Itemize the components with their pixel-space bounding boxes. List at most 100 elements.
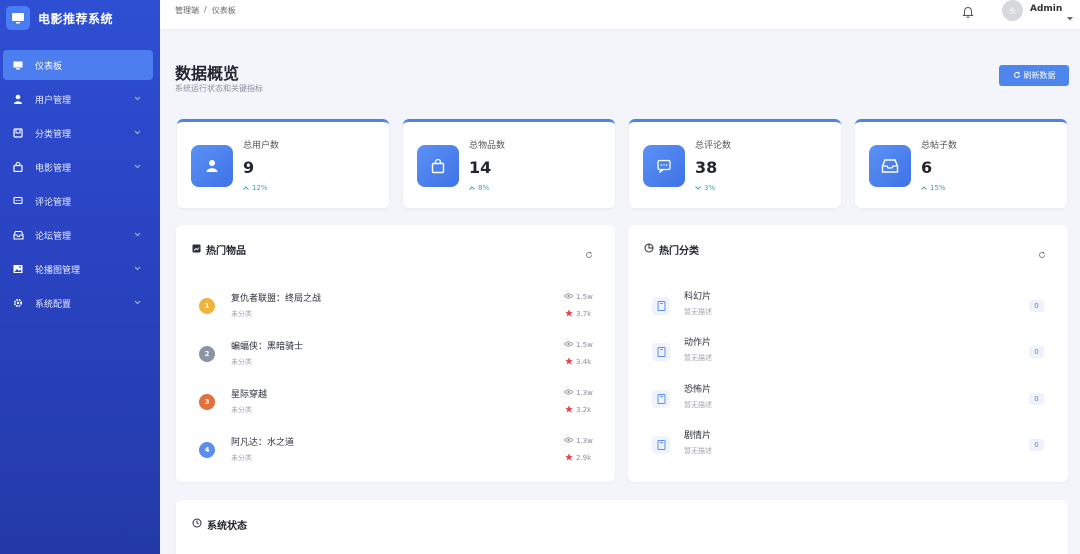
item-category: 未分类 xyxy=(231,454,252,462)
sidebar-item-categories[interactable]: 分类管理 xyxy=(3,118,153,148)
stat-label: 总评论数 xyxy=(695,141,732,151)
count-badge: 0 xyxy=(1029,393,1044,405)
trend-up-icon xyxy=(921,184,927,192)
views-count: 1.5w xyxy=(576,341,593,349)
stat-trend-value: 3% xyxy=(704,184,716,192)
monitor-icon xyxy=(6,6,30,30)
comment-icon xyxy=(11,194,25,208)
views-count: 1.3w xyxy=(576,389,593,397)
likes-count: 2.9k xyxy=(576,454,592,462)
brand[interactable]: 电影推荐系统 xyxy=(0,0,160,36)
stat-trend-value: 12% xyxy=(252,184,268,192)
hot-items-panel: 热门物品 1 复仇者联盟：终局之战 未分类 1.5w 3.7k 2 蝙蝠侠：黑暗… xyxy=(176,225,615,482)
sidebar-item-label: 评论管理 xyxy=(35,197,72,208)
stat-label: 总帖子数 xyxy=(921,141,958,151)
book-icon xyxy=(652,390,670,408)
sidebar-item-label: 系统配置 xyxy=(35,299,72,310)
app-title: 电影推荐系统 xyxy=(38,11,114,26)
item-likes: 2.9k xyxy=(565,453,591,463)
chevron-down-icon xyxy=(134,162,141,172)
gear-icon xyxy=(11,296,25,310)
refresh-icon[interactable] xyxy=(585,244,593,263)
star-icon xyxy=(565,453,573,463)
stat-trend-value: 15% xyxy=(930,184,946,192)
refresh-label: 刷新数据 xyxy=(1023,71,1056,80)
bag-icon xyxy=(11,160,25,174)
list-item[interactable]: 1 复仇者联盟：终局之战 未分类 1.5w 3.7k xyxy=(176,287,614,327)
list-item[interactable]: 科幻片 暂无描述 0 xyxy=(628,289,1068,329)
stat-trend: 3% xyxy=(695,184,715,192)
list-item[interactable]: 剧情片 暂无描述 0 xyxy=(628,428,1068,468)
eye-icon xyxy=(563,341,574,349)
caret-down-icon[interactable] xyxy=(1067,6,1073,25)
chevron-down-icon xyxy=(134,264,141,274)
breadcrumb: 管理端 / 仪表板 xyxy=(175,5,236,16)
trend-up-icon xyxy=(469,184,475,192)
stat-value: 6 xyxy=(921,158,933,177)
item-views: 1.3w xyxy=(563,437,593,445)
sidebar-item-movies[interactable]: 电影管理 xyxy=(3,152,153,182)
sidebar-item-label: 轮播图管理 xyxy=(35,265,81,276)
stat-value: 38 xyxy=(695,158,718,177)
category-title: 剧情片 xyxy=(684,431,712,441)
item-category: 未分类 xyxy=(231,406,252,414)
stat-card-comments: 总评论数 38 3% xyxy=(629,119,841,208)
rank-badge: 3 xyxy=(199,394,215,410)
avatar-text: 头 xyxy=(1009,6,1016,15)
inbox-icon xyxy=(11,228,25,242)
refresh-icon[interactable] xyxy=(1038,244,1046,263)
panel-header: 热门物品 xyxy=(192,242,246,257)
page-title: 数据概览 xyxy=(175,64,240,83)
category-desc: 暂无描述 xyxy=(684,308,712,316)
sidebar-item-banners[interactable]: 轮播图管理 xyxy=(3,254,153,284)
sidebar-item-forum[interactable]: 论坛管理 xyxy=(3,220,153,250)
eye-icon xyxy=(563,389,574,397)
stat-trend: 8% xyxy=(469,184,489,192)
sidebar-item-dashboard[interactable]: 仪表板 xyxy=(3,50,153,80)
stat-card-items: 总物品数 14 8% xyxy=(403,119,615,208)
monitor-icon xyxy=(11,58,25,72)
sidebar-item-users[interactable]: 用户管理 xyxy=(3,84,153,114)
sidebar-item-label: 仪表板 xyxy=(35,61,63,72)
chevron-down-icon xyxy=(134,94,141,104)
stat-value: 14 xyxy=(469,158,492,177)
sidebar-item-settings[interactable]: 系统配置 xyxy=(3,288,153,318)
sidebar-menu: 仪表板 用户管理 分类管理 电影管理 评论管理 论坛管理 轮播图管理 系统配置 xyxy=(0,50,160,318)
list-item[interactable]: 2 蝙蝠侠：黑暗骑士 未分类 1.5w 3.4k xyxy=(176,335,614,375)
item-views: 1.5w xyxy=(563,293,593,301)
breadcrumb-item: 仪表板 xyxy=(211,6,236,15)
list-item[interactable]: 恐怖片 暂无描述 0 xyxy=(628,382,1068,422)
comment-icon xyxy=(643,145,685,187)
sidebar-item-label: 电影管理 xyxy=(35,163,72,174)
list-item[interactable]: 4 阿凡达：水之道 未分类 1.3w 2.9k xyxy=(176,431,614,471)
sidebar-item-comments[interactable]: 评论管理 xyxy=(3,186,153,216)
item-title: 阿凡达：水之道 xyxy=(231,438,295,448)
stat-trend: 12% xyxy=(243,184,268,192)
sidebar-item-label: 论坛管理 xyxy=(35,231,72,242)
bell-icon[interactable] xyxy=(962,3,974,22)
stat-label: 总物品数 xyxy=(469,141,506,151)
count-badge: 0 xyxy=(1029,300,1044,312)
star-icon xyxy=(565,357,573,367)
rank-badge: 1 xyxy=(199,298,215,314)
refresh-data-button[interactable]: 刷新数据 xyxy=(999,65,1069,86)
category-desc: 暂无描述 xyxy=(684,401,712,409)
likes-count: 3.2k xyxy=(576,406,592,414)
list-item[interactable]: 3 星际穿越 未分类 1.3w 3.2k xyxy=(176,383,614,423)
breadcrumb-separator: / xyxy=(204,5,207,14)
book-icon xyxy=(652,343,670,361)
count-badge: 0 xyxy=(1029,439,1044,451)
list-item[interactable]: 动作片 暂无描述 0 xyxy=(628,335,1068,375)
breadcrumb-item[interactable]: 管理端 xyxy=(175,5,199,16)
category-desc: 暂无描述 xyxy=(684,354,712,362)
user-icon xyxy=(191,145,233,187)
star-icon xyxy=(565,405,573,415)
rank-badge: 4 xyxy=(199,442,215,458)
item-views: 1.3w xyxy=(563,389,593,397)
page-subtitle: 系统运行状态和关键指标 xyxy=(175,84,263,93)
user-name[interactable]: Admin xyxy=(1030,4,1062,14)
top-header: 管理端 / 仪表板 头 Admin xyxy=(160,0,1080,30)
clock-icon xyxy=(192,518,202,531)
avatar[interactable]: 头 xyxy=(1002,0,1023,21)
system-status-panel: 系统状态 xyxy=(176,500,1068,554)
